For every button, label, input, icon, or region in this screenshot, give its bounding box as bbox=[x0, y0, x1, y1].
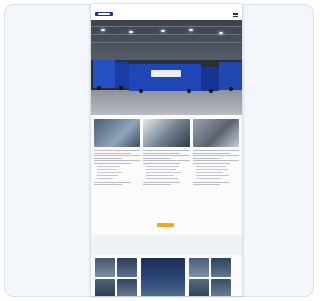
gallery-photo[interactable] bbox=[95, 279, 115, 296]
feature-photo bbox=[143, 119, 190, 147]
gallery-photo[interactable] bbox=[211, 258, 231, 277]
section-band bbox=[91, 235, 242, 255]
photo-gallery bbox=[95, 258, 238, 296]
gallery-photo[interactable] bbox=[117, 258, 137, 277]
gallery-photo[interactable] bbox=[189, 258, 209, 277]
feature-photo bbox=[192, 119, 239, 147]
feature-column bbox=[94, 119, 141, 185]
gallery-photo[interactable] bbox=[211, 279, 231, 296]
site-header bbox=[91, 9, 242, 20]
feature-column bbox=[143, 119, 190, 185]
menu-icon[interactable] bbox=[233, 12, 238, 17]
gallery-photo[interactable] bbox=[189, 279, 209, 296]
company-logo[interactable] bbox=[95, 11, 113, 18]
gallery-photo[interactable] bbox=[141, 258, 185, 296]
feature-column bbox=[192, 119, 239, 185]
feature-photo bbox=[94, 119, 141, 147]
feature-columns bbox=[91, 115, 242, 185]
gallery-photo[interactable] bbox=[95, 258, 115, 277]
cta-button[interactable] bbox=[157, 223, 174, 227]
gallery-photo[interactable] bbox=[117, 279, 137, 296]
website-preview bbox=[91, 4, 242, 296]
hero-image bbox=[91, 20, 242, 115]
